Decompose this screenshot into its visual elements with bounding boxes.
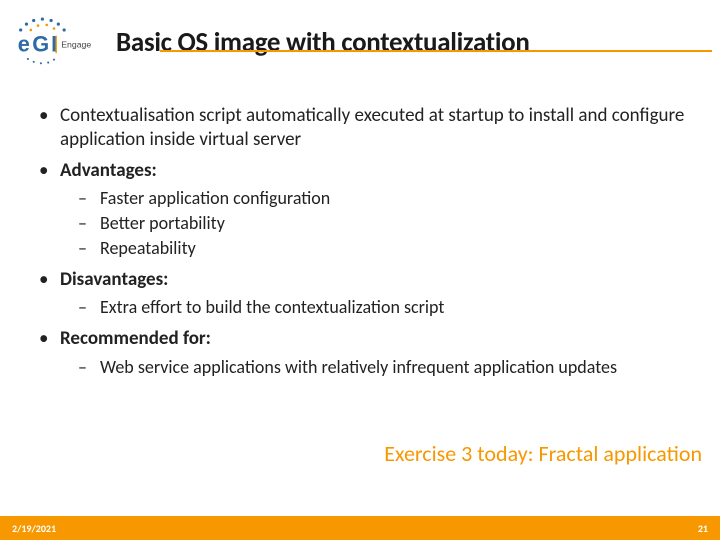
- sub-bullet: Better portability: [100, 212, 698, 235]
- exercise-note: Exercise 3 today: Fractal application: [384, 440, 702, 467]
- sub-bullet-text: Better portability: [100, 212, 225, 234]
- slide-title: Basic OS image with contextualization: [116, 29, 530, 57]
- slide-footer: 2/19/2021 21: [0, 516, 720, 540]
- sub-bullet: Faster application configuration: [100, 187, 698, 210]
- sub-bullet-text: Repeatability: [100, 237, 196, 259]
- sub-bullet: Web service applications with relatively…: [100, 356, 698, 379]
- bullet-label: Recommended for:: [60, 327, 211, 350]
- svg-text:G: G: [32, 32, 49, 57]
- sub-bullet: Repeatability: [100, 237, 698, 260]
- bullet-disavantages: Disavantages: Extra effort to build the …: [60, 268, 698, 319]
- footer-page-number: 21: [698, 522, 708, 535]
- egi-engage-logo: e G I Engage: [10, 14, 98, 72]
- bullet-label: Disavantages:: [60, 268, 168, 291]
- slide: e G I Engage Basic OS image with context…: [0, 0, 720, 540]
- title-underline: [160, 50, 712, 52]
- bullet-context-script: Contextualisation script automatically e…: [60, 104, 698, 153]
- bullet-advantages: Advantages: Faster application configura…: [60, 159, 698, 260]
- sub-bullet-text: Extra effort to build the contextualizat…: [100, 296, 444, 318]
- bullet-text: Contextualisation script automatically e…: [60, 104, 684, 151]
- bullet-label: Advantages:: [60, 159, 157, 182]
- sub-bullet-text: Faster application configuration: [100, 187, 330, 209]
- bullet-recommended: Recommended for: Web service application…: [60, 327, 698, 378]
- footer-date: 2/19/2021: [12, 522, 56, 535]
- svg-text:Engage: Engage: [61, 39, 91, 49]
- slide-body: Contextualisation script automatically e…: [34, 104, 698, 387]
- sub-bullet: Extra effort to build the contextualizat…: [100, 296, 698, 319]
- svg-text:e: e: [18, 32, 30, 57]
- sub-bullet-text: Web service applications with relatively…: [100, 356, 617, 378]
- slide-header: e G I Engage Basic OS image with context…: [0, 14, 720, 72]
